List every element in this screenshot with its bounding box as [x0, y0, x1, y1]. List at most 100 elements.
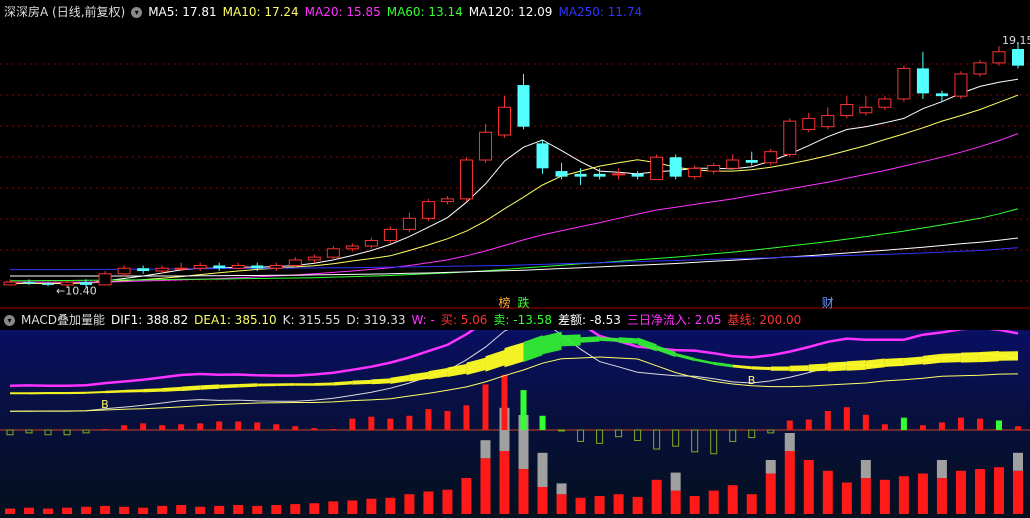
energy-band: [580, 336, 600, 343]
candle-up: [421, 201, 435, 219]
candle-down: [251, 265, 264, 269]
volume-bar-red: [518, 469, 529, 514]
energy-band: [732, 364, 752, 370]
event-marker[interactable]: 跌: [518, 294, 530, 311]
candle-down: [916, 68, 929, 94]
candle-up: [288, 259, 302, 266]
energy-band: [86, 391, 106, 394]
candle-up: [612, 173, 626, 176]
macd-bar-positive: [330, 429, 337, 430]
indicator-legend-item: K: 315.55: [282, 313, 341, 327]
candle-down: [213, 265, 226, 269]
event-marker[interactable]: 榜: [498, 294, 510, 311]
energy-band: [694, 358, 714, 365]
volume-bar-red: [841, 482, 852, 514]
volume-bar-red: [138, 507, 149, 514]
candle-up: [973, 62, 987, 75]
volume-bar-red: [309, 503, 320, 514]
macd-bar-positive: [273, 424, 280, 430]
candle-up: [345, 245, 359, 250]
volume-bar-red: [119, 506, 130, 514]
candle-up: [859, 106, 873, 114]
macd-bar-positive: [862, 414, 869, 430]
energy-band: [162, 386, 182, 392]
volume-bar-red: [24, 507, 35, 514]
candle-down: [574, 173, 587, 177]
volume-bar-red: [442, 489, 453, 514]
candle-up: [821, 115, 835, 128]
macd-volume-chart[interactable]: BB: [0, 310, 1030, 518]
candle-up: [326, 248, 340, 258]
macd-bar-positive: [539, 415, 546, 430]
indicator-panel[interactable]: BB ▾ MACD叠加量能 DIF1: 388.82 DEA1: 385.10 K: 3…: [0, 310, 1030, 518]
energy-band: [219, 383, 239, 389]
energy-band: [922, 353, 942, 365]
macd-bar-negative: [82, 429, 90, 434]
macd-bar-positive: [1015, 426, 1021, 430]
price-chart[interactable]: 19.15 ←10.40: [0, 0, 1030, 310]
energy-band: [48, 391, 68, 395]
volume-bar-red: [955, 470, 966, 514]
macd-bar-positive: [425, 409, 432, 430]
buy-marker: B: [101, 398, 109, 411]
indicator-legend-item: DEA1: 385.10: [194, 313, 277, 327]
ma-legend-item: MA20: 15.85: [304, 5, 381, 19]
indicator-legend-item: 买: 5.06: [440, 313, 488, 327]
macd-bar-negative: [6, 429, 14, 436]
candle-up: [478, 131, 492, 161]
volume-bar-red: [632, 496, 643, 514]
volume-bar-red: [290, 504, 301, 514]
volume-bar-red: [271, 505, 282, 514]
price-panel[interactable]: 19.15 ←10.40 深深房A (日线,前复权) ▾ MA5: 17.81 MA10…: [0, 0, 1030, 310]
macd-bar-positive: [102, 429, 109, 430]
candle-up: [364, 239, 378, 247]
volume-bar-gray: [670, 472, 681, 491]
macd-bar-positive: [159, 425, 166, 430]
macd-bar-positive: [805, 419, 812, 430]
volume-bar-gray: [480, 440, 491, 459]
macd-bar-positive: [254, 422, 261, 430]
indicator-legend-item: D: 319.33: [346, 313, 406, 327]
volume-bar-red: [670, 490, 681, 514]
energy-band: [903, 356, 923, 366]
volume-bar-gray: [765, 460, 776, 474]
energy-band: [428, 368, 448, 380]
volume-bar-red: [176, 505, 187, 514]
ma-legend-item: MA5: 17.81: [148, 5, 217, 19]
energy-band: [599, 337, 619, 342]
event-marker[interactable]: 财: [822, 294, 834, 311]
candle-down: [536, 143, 549, 169]
volume-bar-red: [423, 491, 434, 514]
energy-band: [67, 391, 87, 395]
energy-band: [770, 366, 790, 371]
candle-up: [174, 267, 188, 270]
macd-bar-positive: [520, 390, 527, 430]
volume-bar-red: [404, 494, 415, 514]
macd-bar-positive: [463, 405, 470, 430]
macd-bar-positive: [824, 411, 831, 430]
energy-band: [143, 388, 163, 393]
dropdown-icon[interactable]: ▾: [131, 7, 143, 18]
volume-bar-red: [575, 497, 586, 514]
volume-bar-gray: [556, 483, 567, 495]
volume-bar-red: [917, 473, 928, 514]
indicator-legend: ▾ MACD叠加量能 DIF1: 388.82 DEA1: 385.10 K: 315.…: [0, 310, 1030, 330]
macd-bar-negative: [729, 429, 737, 442]
volume-bar-red: [708, 490, 719, 514]
volume-bar-red: [461, 478, 472, 514]
candle-up: [155, 267, 169, 272]
volume-bar-red: [157, 505, 168, 514]
energy-band: [884, 357, 904, 367]
energy-band: [561, 334, 581, 347]
candle-up: [992, 51, 1006, 64]
macd-bar-negative: [577, 429, 585, 442]
indicator-title: MACD叠加量能: [21, 313, 105, 327]
dropdown-icon[interactable]: ▾: [4, 315, 15, 326]
candle-up: [231, 264, 245, 269]
volume-bar-gray: [784, 433, 795, 451]
candle-up: [897, 67, 911, 100]
energy-band: [675, 352, 695, 362]
macd-bar-negative: [691, 429, 699, 453]
macd-bar-positive: [406, 415, 413, 430]
low-price-label: ←10.40: [56, 284, 97, 297]
